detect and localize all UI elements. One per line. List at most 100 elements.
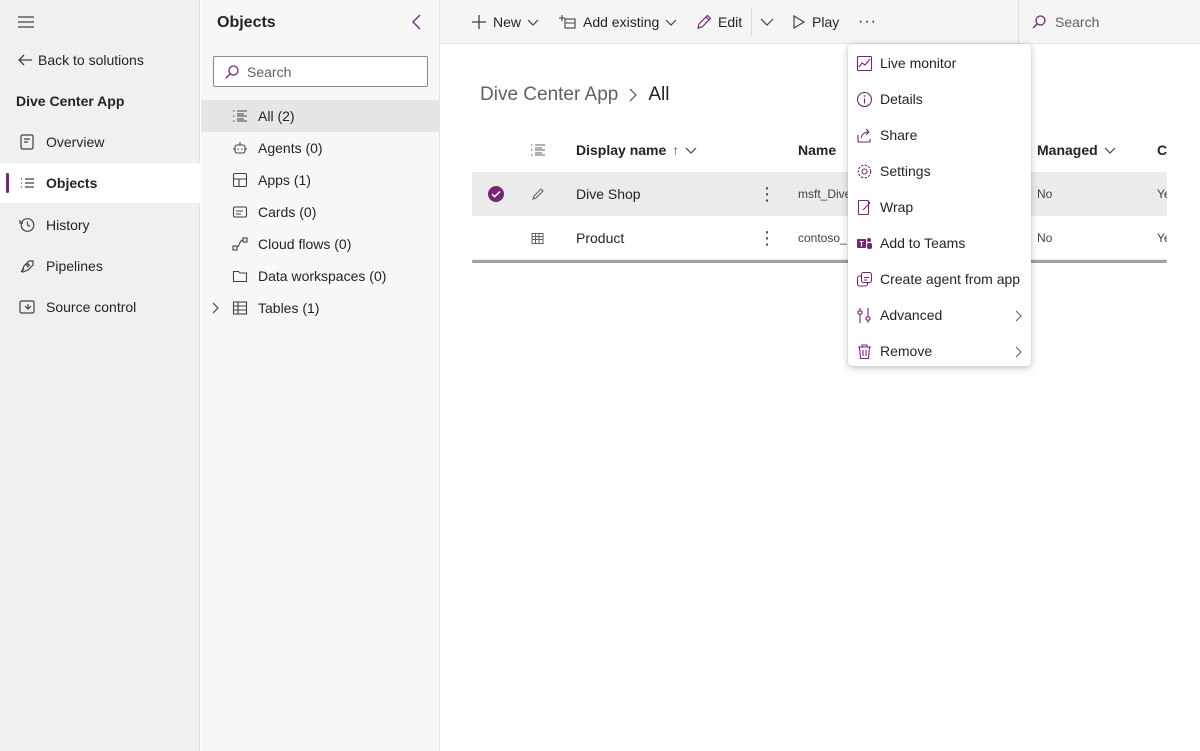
- row-more-options-button[interactable]: ⋮: [758, 216, 776, 260]
- search-icon: [1031, 14, 1047, 30]
- plus-icon: [471, 14, 487, 30]
- object-item-label: Cloud flows: [258, 236, 331, 252]
- table-row[interactable]: Product ⋮ contoso_ No Ye: [472, 216, 1167, 260]
- object-item-count: (0): [305, 140, 323, 156]
- nav-item-history[interactable]: History: [0, 205, 200, 245]
- nav-item-overview[interactable]: Overview: [0, 122, 200, 162]
- more-icon: ···: [858, 13, 877, 30]
- object-item-label: Agents: [258, 140, 302, 156]
- nav-item-source-control[interactable]: Source control: [0, 287, 200, 327]
- chevron-right-icon[interactable]: [210, 301, 220, 315]
- row-managed: No: [1037, 231, 1053, 245]
- menu-item-create-agent-from-app[interactable]: Create agent from app: [848, 261, 1031, 297]
- objects-search-input[interactable]: Search: [213, 56, 428, 87]
- list-icon: [232, 108, 248, 124]
- hamburger-menu-icon[interactable]: [17, 14, 35, 30]
- table-row[interactable]: Dive Shop ⋮ msft_Dive No Ye: [472, 172, 1167, 216]
- row-display-name[interactable]: Product: [576, 216, 624, 260]
- play-button[interactable]: Play: [792, 0, 839, 44]
- object-item-count: (0): [299, 204, 317, 220]
- row-managed: No: [1037, 187, 1053, 201]
- name-column-header[interactable]: Name: [798, 128, 836, 172]
- global-search-input[interactable]: Search: [1018, 0, 1200, 44]
- nav-item-objects[interactable]: Objects: [0, 163, 200, 203]
- object-item-cloud-flows[interactable]: Cloud flows (0): [201, 228, 439, 260]
- cards-icon: [232, 204, 248, 220]
- column-header-label: C: [1157, 142, 1167, 158]
- sort-ascending-icon: ↑: [672, 142, 680, 158]
- chevron-down-icon: [527, 17, 539, 27]
- edit-button[interactable]: Edit: [696, 0, 742, 44]
- nav-item-pipelines[interactable]: Pipelines: [0, 246, 200, 286]
- flow-icon: [232, 236, 248, 252]
- object-item-data-workspaces[interactable]: Data workspaces (0): [201, 260, 439, 292]
- object-item-agents[interactable]: Agents (0): [201, 132, 439, 164]
- more-commands-menu: Live monitor Details Share Settings Wrap…: [848, 44, 1031, 366]
- collapse-pane-button[interactable]: [409, 13, 425, 31]
- gear-icon: [856, 163, 873, 180]
- object-item-count: (0): [369, 268, 387, 284]
- breadcrumb: Dive Center App All: [480, 84, 669, 106]
- command-bar: New Add existing Edit Play ··· Search: [440, 0, 1200, 44]
- display-name-column-header[interactable]: Display name ↑: [576, 128, 697, 172]
- edit-button-label: Edit: [718, 14, 743, 30]
- menu-item-label: Remove: [880, 343, 933, 359]
- menu-item-label: Settings: [880, 163, 931, 179]
- object-item-count: (0): [334, 236, 352, 252]
- live-monitor-icon: [856, 55, 873, 72]
- row-name: contoso_: [798, 231, 847, 245]
- managed-column-header[interactable]: Managed: [1037, 128, 1116, 172]
- info-icon: [856, 91, 873, 108]
- back-link-label: Back to solutions: [38, 52, 144, 68]
- new-button[interactable]: New: [471, 0, 539, 44]
- horizontal-scrollbar[interactable]: [472, 260, 1167, 263]
- pencil-icon: [531, 172, 545, 216]
- row-extra: Ye: [1157, 231, 1167, 245]
- chevron-down-icon: [685, 145, 697, 155]
- chevron-down-icon: [760, 17, 774, 27]
- add-existing-icon: [559, 14, 577, 30]
- back-to-solutions-link[interactable]: Back to solutions: [16, 52, 144, 68]
- row-select-checkbox[interactable]: [487, 172, 505, 216]
- play-icon: [792, 14, 806, 30]
- object-item-apps[interactable]: Apps (1): [201, 164, 439, 196]
- object-item-tables[interactable]: Tables (1): [201, 292, 439, 324]
- menu-item-label: Details: [880, 91, 923, 107]
- more-commands-button[interactable]: ···: [858, 0, 877, 44]
- pipelines-icon: [18, 257, 36, 275]
- nav-item-label: Source control: [46, 299, 137, 315]
- nav-item-label: History: [46, 217, 90, 233]
- menu-item-label: Live monitor: [880, 55, 957, 71]
- add-existing-button[interactable]: Add existing: [559, 0, 677, 44]
- menu-item-share[interactable]: Share: [848, 117, 1031, 153]
- menu-item-details[interactable]: Details: [848, 81, 1031, 117]
- row-extra: Ye: [1157, 187, 1167, 201]
- menu-item-label: Advanced: [880, 307, 943, 323]
- column-header-label: Managed: [1037, 142, 1098, 158]
- menu-item-label: Wrap: [880, 199, 914, 215]
- menu-item-remove[interactable]: Remove: [848, 333, 1031, 369]
- menu-item-live-monitor[interactable]: Live monitor: [848, 45, 1031, 81]
- menu-item-settings[interactable]: Settings: [848, 153, 1031, 189]
- extra-column-header[interactable]: C: [1157, 128, 1167, 172]
- menu-item-advanced[interactable]: Advanced: [848, 297, 1031, 333]
- object-item-cards[interactable]: Cards (0): [201, 196, 439, 228]
- play-button-label: Play: [812, 14, 840, 30]
- objects-icon: [18, 174, 36, 192]
- row-display-name[interactable]: Dive Shop: [576, 172, 641, 216]
- menu-item-wrap[interactable]: Wrap: [848, 189, 1031, 225]
- object-item-label: Apps: [258, 172, 290, 188]
- chevron-right-icon: [628, 87, 638, 103]
- arrow-left-icon: [16, 52, 34, 68]
- breadcrumb-parent[interactable]: Dive Center App: [480, 84, 618, 106]
- object-item-count: (1): [293, 172, 311, 188]
- agent-icon: [232, 140, 248, 156]
- column-header-label: Name: [798, 142, 837, 158]
- menu-item-add-to-teams[interactable]: Add to Teams: [848, 225, 1031, 261]
- list-icon: [530, 142, 546, 158]
- source-control-icon: [18, 298, 36, 316]
- object-item-all[interactable]: All (2): [201, 100, 439, 132]
- row-type-column-header: [530, 128, 546, 172]
- edit-dropdown-button[interactable]: [760, 0, 774, 44]
- row-more-options-button[interactable]: ⋮: [758, 172, 776, 216]
